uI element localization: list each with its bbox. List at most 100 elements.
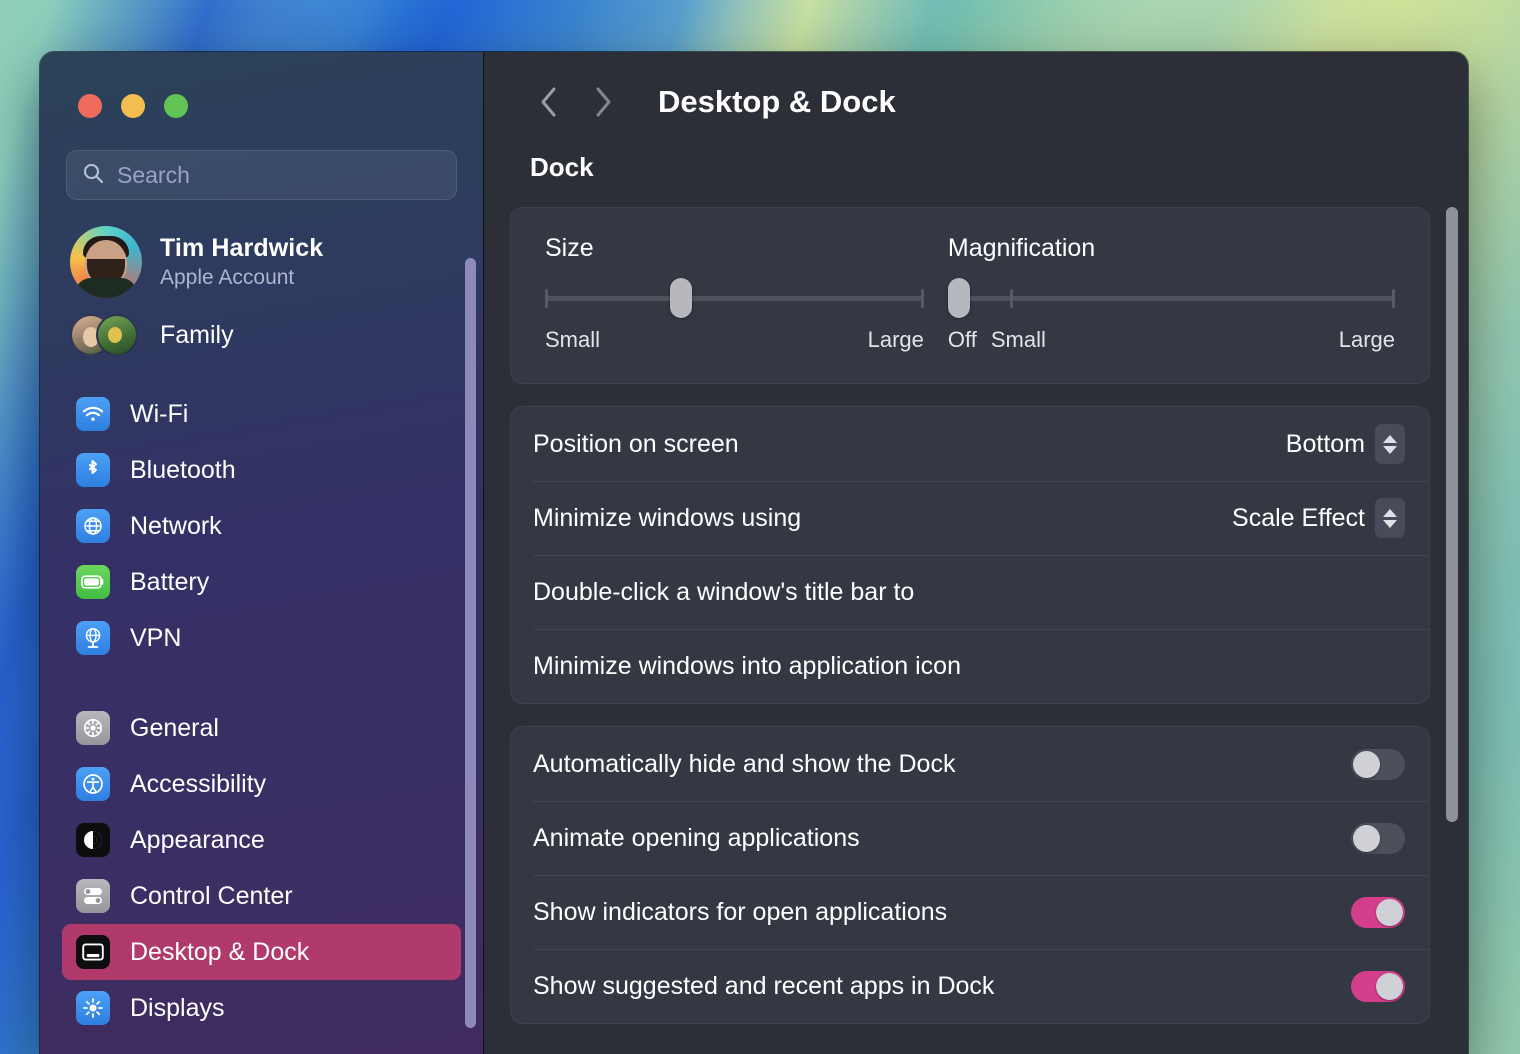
magnification-slider-block: Magnification Off Small Large	[936, 234, 1407, 353]
size-slider-label: Size	[545, 234, 594, 262]
sidebar-item-wifi[interactable]: Wi-Fi	[62, 386, 461, 442]
network-icon	[76, 509, 110, 543]
row-minimize-into-app-icon[interactable]: Minimize windows into application icon	[511, 629, 1429, 703]
chevron-updown-icon[interactable]	[1375, 498, 1405, 538]
displays-icon	[76, 991, 110, 1025]
back-button[interactable]	[522, 75, 576, 129]
window-controls	[40, 52, 483, 118]
dock-options-card: Position on screen Bottom Minimize windo…	[510, 406, 1430, 704]
gear-icon	[76, 711, 110, 745]
close-button[interactable]	[78, 94, 102, 118]
search-placeholder: Search	[117, 161, 190, 188]
row-label: Animate opening applications	[533, 823, 860, 852]
sidebar-item-label: General	[130, 713, 219, 742]
vpn-icon	[76, 621, 110, 655]
magnification-slider[interactable]	[947, 278, 1395, 318]
size-slider-knob[interactable]	[670, 278, 693, 318]
zoom-button[interactable]	[164, 94, 188, 118]
row-show-suggested-apps[interactable]: Show suggested and recent apps in Dock	[511, 949, 1429, 1023]
double-click-popup-button[interactable]: Zoom	[1301, 572, 1405, 612]
row-label: Show indicators for open applications	[533, 897, 948, 926]
chevron-updown-icon[interactable]	[1375, 424, 1405, 464]
sidebar-item-accessibility[interactable]: Accessibility	[62, 756, 461, 812]
accessibility-icon	[76, 767, 110, 801]
sidebar-item-desktop-and-dock[interactable]: Desktop & Dock	[62, 924, 461, 980]
animate-opening-applications-toggle[interactable]	[1351, 822, 1405, 854]
avatar	[70, 226, 142, 298]
content-area: Desktop & Dock Dock Size Small Large Mag…	[484, 52, 1468, 1054]
control-center-icon	[76, 879, 110, 913]
row-double-click-title-bar[interactable]: Double-click a window's title bar to Zoo…	[511, 555, 1429, 629]
account-subtitle: Apple Account	[160, 266, 295, 289]
account-name: Tim Hardwick	[160, 234, 324, 262]
sidebar-item-label: Battery	[130, 567, 210, 596]
forward-button[interactable]	[576, 75, 630, 129]
slider-track	[545, 296, 924, 301]
system-settings-window: Search Tim Hardwick Apple Account Family	[40, 52, 1468, 1054]
sidebar-item-battery[interactable]: Battery	[62, 554, 461, 610]
show-suggested-apps-toggle[interactable]	[1351, 970, 1405, 1002]
show-indicators-toggle[interactable]	[1351, 896, 1405, 928]
row-animate-opening-apps[interactable]: Animate opening applications	[511, 801, 1429, 875]
sidebar-item-label: Wi-Fi	[130, 399, 189, 428]
row-label: Position on screen	[533, 429, 739, 458]
magnification-slider-knob[interactable]	[948, 278, 971, 318]
row-show-indicators[interactable]: Show indicators for open applications	[511, 875, 1429, 949]
size-slider[interactable]	[545, 278, 924, 318]
minimize-button[interactable]	[121, 94, 145, 118]
sidebar-group-system: General Accessibility Appearance Control…	[40, 700, 483, 1036]
bluetooth-icon	[76, 453, 110, 487]
family-avatars	[70, 314, 142, 356]
sidebar-item-displays[interactable]: Displays	[62, 980, 461, 1036]
sidebar-item-label: Network	[130, 511, 222, 540]
size-slider-labels: Small Large	[545, 327, 924, 353]
size-slider-max-label: Large	[867, 327, 924, 352]
slider-tick-min	[545, 289, 548, 308]
desktop-dock-icon	[76, 935, 110, 969]
magnification-max-label: Large	[1338, 327, 1395, 352]
row-auto-hide-dock[interactable]: Automatically hide and show the Dock	[511, 727, 1429, 801]
settings-scroll-area: Dock Size Small Large Magnification Off …	[484, 152, 1468, 1024]
row-label: Automatically hide and show the Dock	[533, 749, 956, 778]
sidebar-item-bluetooth[interactable]: Bluetooth	[62, 442, 461, 498]
minimize-effect-popup-button[interactable]: Scale Effect	[1232, 498, 1405, 538]
dock-sliders-card: Size Small Large Magnification Off Small…	[510, 207, 1430, 384]
row-label: Minimize windows into application icon	[533, 651, 961, 680]
sidebar-item-family[interactable]: Family	[40, 298, 483, 356]
sidebar-item-label: Family	[160, 320, 234, 349]
sidebar-item-vpn[interactable]: VPN	[62, 610, 461, 666]
position-popup-button[interactable]: Bottom	[1286, 424, 1405, 464]
row-minimize-windows-using[interactable]: Minimize windows using Scale Effect	[511, 481, 1429, 555]
account-row[interactable]: Tim Hardwick Apple Account	[40, 200, 483, 298]
sidebar-item-general[interactable]: General	[62, 700, 461, 756]
position-popup-value: Bottom	[1285, 429, 1365, 458]
row-position-on-screen[interactable]: Position on screen Bottom	[511, 407, 1429, 481]
magnification-slider-labels: Off Small Large	[948, 327, 1395, 353]
size-slider-min-label: Small	[545, 327, 601, 352]
sidebar-item-network[interactable]: Network	[62, 498, 461, 554]
auto-hide-dock-toggle[interactable]	[1351, 748, 1405, 780]
row-label: Show suggested and recent apps in Dock	[533, 971, 995, 1000]
sidebar-item-control-center[interactable]: Control Center	[62, 868, 461, 924]
slider-tick-max	[920, 289, 924, 308]
sidebar-item-label: Displays	[130, 993, 225, 1022]
wifi-icon	[76, 397, 110, 431]
row-label: Minimize windows using	[533, 503, 802, 532]
sidebar-item-label: Control Center	[130, 881, 293, 910]
sidebar-item-label: Desktop & Dock	[130, 937, 310, 966]
slider-tick-max	[1392, 289, 1395, 308]
content-toolbar: Desktop & Dock	[484, 52, 1468, 152]
size-slider-block: Size Small Large	[533, 234, 936, 353]
sidebar-item-label: Accessibility	[130, 769, 267, 798]
desktop-wallpaper: Search Tim Hardwick Apple Account Family	[0, 0, 1520, 1054]
dock-toggles-card: Automatically hide and show the Dock Ani…	[510, 726, 1430, 1024]
appearance-icon	[76, 823, 110, 857]
sidebar-item-label: Bluetooth	[130, 455, 236, 484]
sidebar-item-appearance[interactable]: Appearance	[62, 812, 461, 868]
content-scrollbar[interactable]	[1446, 207, 1458, 822]
sidebar-item-label: VPN	[130, 623, 182, 652]
minimize-effect-popup-value: Scale Effect	[1232, 503, 1365, 532]
search-input[interactable]: Search	[66, 150, 457, 200]
page-title: Desktop & Dock	[658, 84, 896, 119]
sidebar-scrollbar[interactable]	[465, 258, 476, 1028]
